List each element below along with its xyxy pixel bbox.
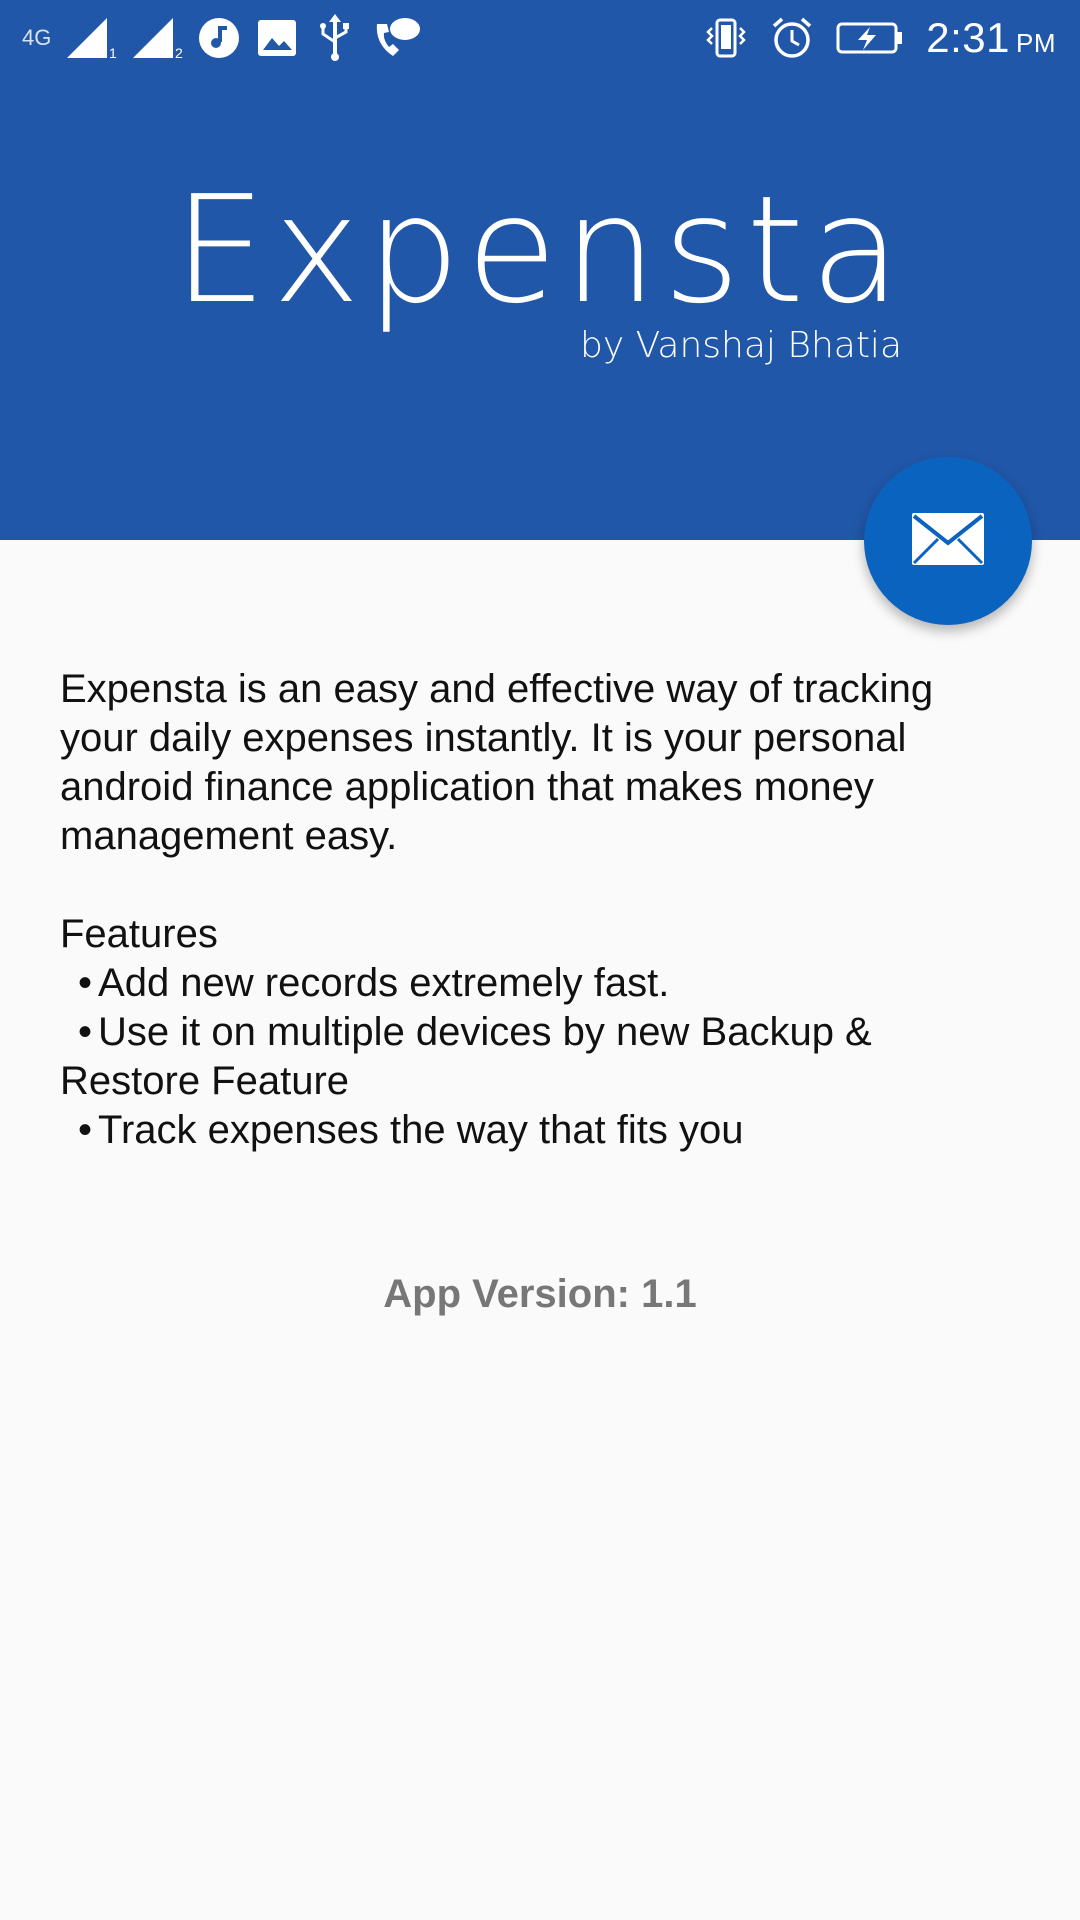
feature-text: Add new records extremely fast. — [98, 961, 670, 1005]
feature-item: • Track expenses the way that fits you — [60, 1106, 1020, 1155]
feature-text: Use it on multiple devices by new Backup… — [60, 1010, 872, 1103]
vibrate-icon — [704, 16, 748, 60]
about-content: Expensta is an easy and effective way of… — [60, 665, 1020, 1155]
status-right-icons: 2:31 PM — [704, 10, 1056, 65]
feature-item: • Add new records extremely fast. — [60, 959, 1020, 1008]
usb-icon — [313, 13, 357, 62]
app-logo-title: Expensta — [173, 164, 907, 336]
email-fab-button[interactable] — [864, 457, 1032, 625]
signal-sim1-icon: 1 — [65, 16, 117, 60]
app-description: Expensta is an easy and effective way of… — [60, 667, 934, 858]
chat-call-icon — [371, 16, 421, 60]
music-icon — [197, 16, 241, 60]
app-byline: by Vanshaj Bhatia — [579, 325, 902, 366]
status-clock: 2:31 PM — [926, 14, 1056, 62]
feature-text: Track expenses the way that fits you — [98, 1108, 744, 1152]
app-version-label: App Version: 1.1 — [383, 1272, 697, 1316]
alarm-icon — [770, 16, 814, 60]
status-left-icons: 4G 1 2 — [22, 10, 421, 65]
signal-sim2-icon: 2 — [131, 16, 183, 60]
network-type-label: 4G — [22, 24, 52, 50]
status-bar: 4G 1 2 2:31 PM — [0, 0, 1080, 75]
svg-text:2: 2 — [175, 45, 183, 60]
features-title: Features — [60, 912, 218, 956]
bullet: • — [78, 961, 93, 1005]
bullet: • — [78, 1108, 93, 1152]
svg-text:1: 1 — [109, 45, 117, 60]
feature-item: • Use it on multiple devices by new Backu… — [60, 1008, 1020, 1106]
battery-charging-icon — [836, 20, 904, 56]
mail-icon — [910, 511, 986, 572]
bullet: • — [78, 1010, 93, 1054]
clock-ampm: PM — [1016, 27, 1056, 58]
image-icon — [255, 16, 299, 60]
clock-time: 2:31 — [926, 13, 1010, 61]
